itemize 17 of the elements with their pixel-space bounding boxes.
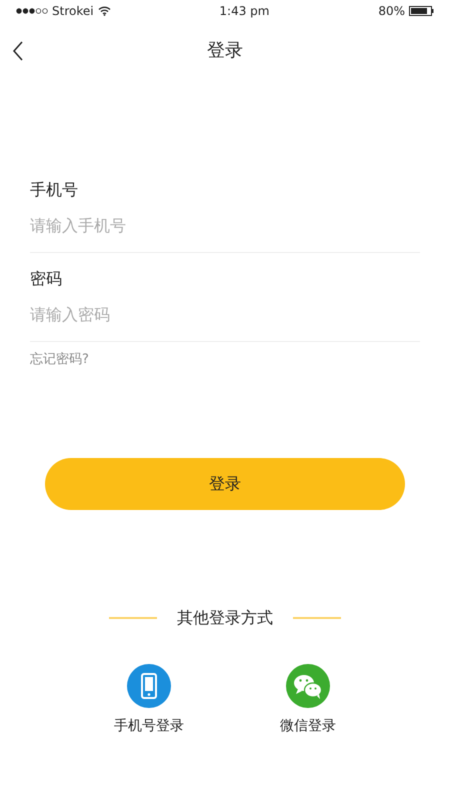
page-title: 登录 [207,38,243,62]
signal-icon [16,8,48,14]
battery-icon [408,6,434,16]
login-method-button[interactable]: 微信登录 [280,664,336,737]
forgot-password-link[interactable]: 忘记密码? [30,350,89,370]
status-time: 1:43 pm [219,3,270,20]
wifi-icon [98,6,111,16]
section-heading: 其他登录方式 [176,607,274,629]
login-method-button[interactable]: 手机号登录 [114,664,184,737]
phone-icon [127,664,171,708]
field-label: 密码 [30,268,63,290]
login-button[interactable]: 登录 [45,458,405,510]
battery-percent: 80% [378,3,405,20]
chat-bubbles-icon [286,664,330,708]
field-label: 手机号 [30,179,79,201]
carrier-name: Strokei [52,3,94,20]
chevron-left-icon [12,40,24,61]
